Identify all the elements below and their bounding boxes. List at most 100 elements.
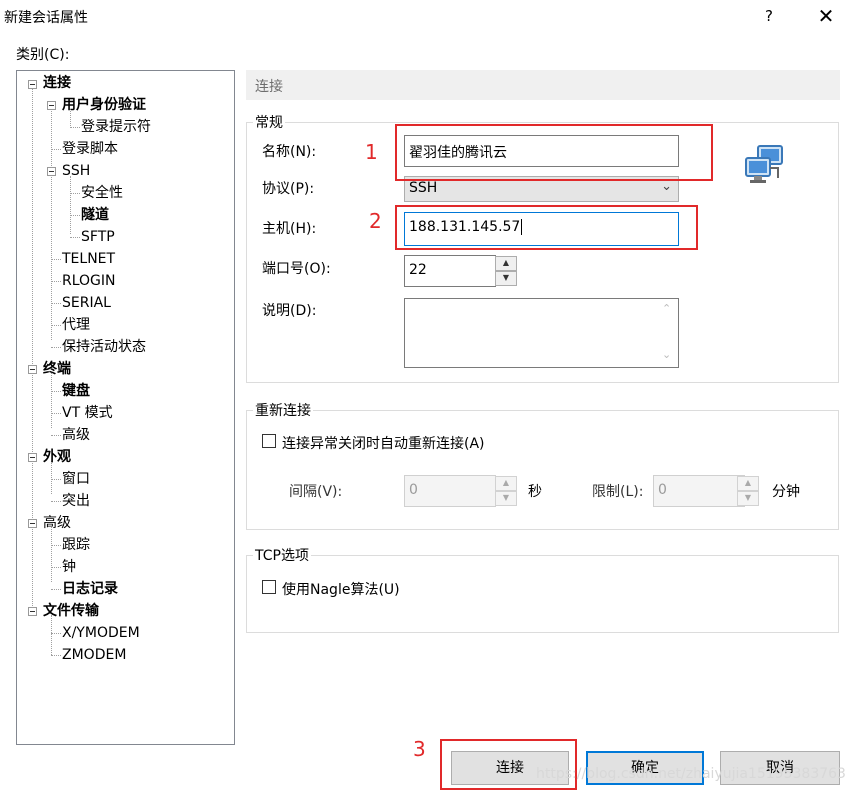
category-tree[interactable]: 连接 用户身份验证 登录提示符 登录脚本 SSH 安全性 隧道 SFTP TEL… <box>16 70 235 745</box>
tree-item-login-script[interactable]: 登录脚本 <box>62 140 118 158</box>
name-label: 名称(N): <box>262 144 317 160</box>
interval-increment-button[interactable]: ▲ <box>495 476 517 491</box>
tcp-legend: TCP选项 <box>255 548 309 564</box>
tree-item-keepalive[interactable]: 保持活动状态 <box>62 338 146 356</box>
tree-item-window[interactable]: 窗口 <box>62 470 90 488</box>
collapse-toggle[interactable] <box>28 519 37 528</box>
tree-line <box>51 413 61 414</box>
tree-item-terminal-advanced[interactable]: 高级 <box>62 426 90 444</box>
tree-item-serial[interactable]: SERIAL <box>62 294 111 312</box>
annotation-box-1 <box>395 124 713 181</box>
tree-line <box>51 479 61 480</box>
tree-line <box>51 527 52 582</box>
tree-item-vt-mode[interactable]: VT 模式 <box>62 404 113 422</box>
port-increment-button[interactable]: ▲ <box>495 256 517 271</box>
tree-line <box>51 347 61 348</box>
tree-item-xymodem[interactable]: X/YMODEM <box>62 624 140 642</box>
tree-line <box>51 633 61 634</box>
chevron-down-icon: ⌄ <box>661 179 672 194</box>
section-title: 连接 <box>255 79 283 95</box>
collapse-toggle[interactable] <box>28 80 37 89</box>
description-label: 说明(D): <box>262 303 317 319</box>
collapse-toggle[interactable] <box>47 167 56 176</box>
tree-item-sftp[interactable]: SFTP <box>81 228 115 246</box>
tree-item-appearance[interactable]: 外观 <box>43 448 71 466</box>
tree-item-login-prompt[interactable]: 登录提示符 <box>81 118 151 136</box>
limit-increment-button[interactable]: ▲ <box>737 476 759 491</box>
tree-item-highlight[interactable]: 突出 <box>62 492 90 510</box>
tree-item-tunnel[interactable]: 隧道 <box>81 206 109 224</box>
limit-unit: 分钟 <box>772 484 800 500</box>
help-button[interactable]: ? <box>754 2 784 30</box>
tree-line <box>51 501 61 502</box>
annotation-number-3: 3 <box>413 737 426 761</box>
tree-item-ssh[interactable]: SSH <box>62 162 90 180</box>
title-bar <box>0 0 857 34</box>
tree-item-rlogin[interactable]: RLOGIN <box>62 272 116 290</box>
annotation-number-1: 1 <box>365 140 378 164</box>
tree-line <box>51 435 61 436</box>
tree-item-terminal[interactable]: 终端 <box>43 360 71 378</box>
chevron-down-icon: ⌄ <box>662 348 672 361</box>
network-icon <box>744 144 788 186</box>
tree-line <box>32 88 33 616</box>
auto-reconnect-label: 连接异常关闭时自动重新连接(A) <box>282 436 485 452</box>
window-title: 新建会话属性 <box>4 10 88 26</box>
port-input[interactable]: 22 <box>404 255 496 287</box>
watermark: https://blog.csdn.net/zhaiyujia151953837… <box>536 766 846 782</box>
interval-decrement-button[interactable]: ▼ <box>495 491 517 506</box>
collapse-toggle[interactable] <box>28 453 37 462</box>
limit-label: 限制(L): <box>592 484 644 500</box>
tree-item-zmodem[interactable]: ZMODEM <box>62 646 126 664</box>
tree-item-advanced[interactable]: 高级 <box>43 514 71 532</box>
close-button[interactable]: ✕ <box>808 2 844 30</box>
interval-unit: 秒 <box>528 484 542 500</box>
interval-input[interactable]: 0 <box>404 475 496 507</box>
tree-line <box>70 193 80 194</box>
category-label: 类别(C): <box>16 47 70 63</box>
general-legend: 常规 <box>255 115 283 131</box>
description-scrollbar[interactable]: ⌃ ⌄ <box>658 300 677 366</box>
tree-line <box>51 325 61 326</box>
tree-item-connection[interactable]: 连接 <box>43 74 71 92</box>
tree-line <box>70 176 71 234</box>
tree-item-security[interactable]: 安全性 <box>81 184 123 202</box>
tree-item-logging[interactable]: 日志记录 <box>62 580 118 598</box>
section-header: 连接 <box>246 70 840 100</box>
tree-item-proxy[interactable]: 代理 <box>62 316 90 334</box>
nagle-checkbox[interactable] <box>262 580 276 594</box>
tree-line <box>51 545 61 546</box>
host-label: 主机(H): <box>262 221 317 237</box>
annotation-box-2 <box>395 205 698 250</box>
tree-line <box>51 567 61 568</box>
limit-decrement-button[interactable]: ▼ <box>737 491 759 506</box>
tree-item-auth[interactable]: 用户身份验证 <box>62 96 146 114</box>
limit-input[interactable]: 0 <box>653 475 745 507</box>
tree-line <box>51 655 61 656</box>
collapse-toggle[interactable] <box>28 365 37 374</box>
tree-item-telnet[interactable]: TELNET <box>62 250 115 268</box>
protocol-value: SSH <box>409 180 438 196</box>
reconnect-group: 重新连接 <box>246 400 839 530</box>
tree-line <box>51 109 52 340</box>
description-textarea[interactable] <box>404 298 679 368</box>
tree-line <box>51 615 52 655</box>
protocol-label: 协议(P): <box>262 181 315 197</box>
reconnect-legend: 重新连接 <box>255 403 311 419</box>
auto-reconnect-checkbox[interactable] <box>262 434 276 448</box>
tree-item-keyboard[interactable]: 键盘 <box>62 382 90 400</box>
tree-line <box>51 259 61 260</box>
tree-item-trace[interactable]: 跟踪 <box>62 536 90 554</box>
port-decrement-button[interactable]: ▼ <box>495 271 517 286</box>
collapse-toggle[interactable] <box>28 607 37 616</box>
tree-line <box>70 237 80 238</box>
tree-line <box>51 373 52 428</box>
chevron-up-icon: ⌃ <box>662 302 672 315</box>
tree-line <box>51 589 61 590</box>
collapse-toggle[interactable] <box>47 101 56 110</box>
tree-item-file-transfer[interactable]: 文件传输 <box>43 602 99 620</box>
tree-line <box>51 149 61 150</box>
port-label: 端口号(O): <box>262 261 331 277</box>
annotation-number-2: 2 <box>369 209 382 233</box>
tree-item-bell[interactable]: 钟 <box>62 558 76 576</box>
